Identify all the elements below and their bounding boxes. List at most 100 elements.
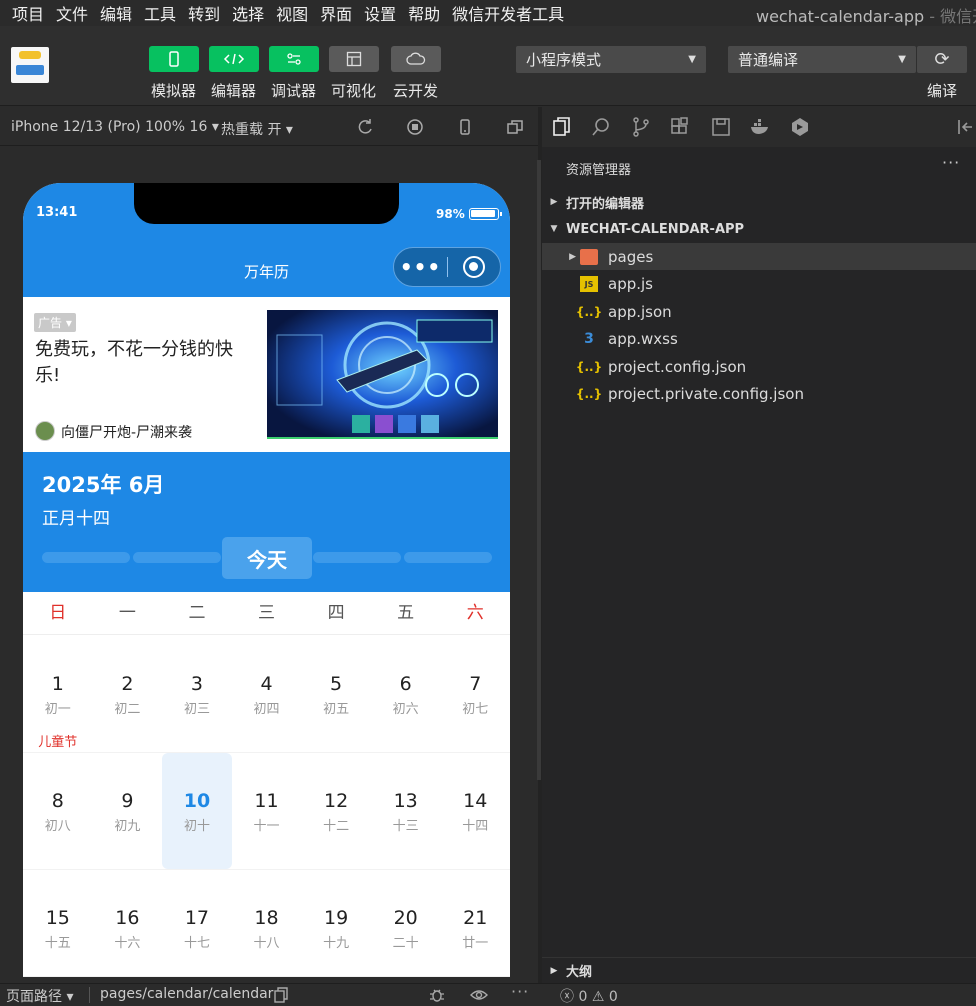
eye-icon[interactable] <box>470 986 488 1004</box>
calendar-day[interactable]: 7 初七 <box>440 635 510 752</box>
ad-banner[interactable]: 广告 ▾ 免费玩，不花一分钱的快乐! 向僵尸开炮-尸潮来袭 <box>23 297 510 452</box>
problems-indicator[interactable]: ⓧ 0 ⚠ 0 <box>560 986 618 1006</box>
weekday-sun: 日 <box>49 603 67 623</box>
menu-item[interactable]: 界面 <box>314 1 358 25</box>
lunar-day: 初四 <box>253 702 280 717</box>
calendar-week-row: 1 初一 儿童节 2 初二 3 初三 4 初四 5 初五 6 初六 7 初七 <box>23 635 510 753</box>
copy-icon[interactable] <box>272 986 290 1004</box>
calendar-day[interactable]: 6 初六 <box>371 635 441 752</box>
menu-item[interactable]: 视图 <box>270 1 314 25</box>
simulator-scrollbar[interactable] <box>537 160 541 780</box>
calendar-day[interactable]: 13 十三 <box>371 753 441 869</box>
tree-file[interactable]: {..} project.config.json <box>542 353 976 380</box>
calendar-day[interactable]: 16 十六 <box>93 870 163 976</box>
visual-button[interactable] <box>329 46 379 72</box>
simulator-bar: iPhone 12/13 (Pro) 100% 16 ▾ 热重载 开 ▾ <box>0 107 538 146</box>
calendar-day[interactable]: 9 初九 <box>93 753 163 869</box>
ad-image[interactable] <box>267 310 498 439</box>
calendar-day[interactable]: 2 初二 <box>93 635 163 752</box>
calendar-day-today[interactable]: 10 初十 <box>162 753 232 869</box>
app-logo[interactable] <box>11 47 49 83</box>
year-month-title[interactable]: 2025年 6月 <box>42 469 164 499</box>
project-name: WECHAT-CALENDAR-APP <box>566 221 745 237</box>
mode-select[interactable]: 小程序模式 ▼ <box>516 46 706 73</box>
calendar-day[interactable]: 17 十七 <box>162 870 232 976</box>
chevron-down-icon: ▾ <box>62 316 72 330</box>
outline-section[interactable]: ▶ 大纲 <box>542 957 976 983</box>
calendar-day[interactable]: 8 初八 <box>23 753 93 869</box>
day-number: 14 <box>463 790 488 812</box>
menu-item[interactable]: 微信开发者工具 <box>446 1 570 25</box>
calendar-day[interactable]: 18 十八 <box>232 870 302 976</box>
rotate-icon[interactable] <box>355 117 375 137</box>
bug-icon[interactable] <box>428 986 446 1004</box>
collapse-panel-icon[interactable] <box>954 116 976 138</box>
plugin-icon[interactable] <box>789 116 811 138</box>
detach-icon[interactable] <box>505 117 525 137</box>
editor-label: 编辑器 <box>211 82 257 100</box>
day-number: 1 <box>51 673 64 695</box>
tree-file[interactable]: JS app.js <box>542 271 976 298</box>
menu-item[interactable]: 编辑 <box>94 1 138 25</box>
phone-notch <box>134 183 399 224</box>
page-path-select[interactable]: 页面路径 ▾ <box>6 986 73 1006</box>
files-icon[interactable] <box>551 116 573 138</box>
day-number: 16 <box>115 907 140 929</box>
calendar-day[interactable]: 14 十四 <box>440 753 510 869</box>
close-target-icon[interactable] <box>463 256 485 278</box>
status-time: 13:41 <box>36 205 78 220</box>
editor-button[interactable] <box>209 46 259 72</box>
tree-file[interactable]: {..} project.private.config.json <box>542 381 976 408</box>
calendar-day[interactable]: 5 初五 <box>301 635 371 752</box>
day-number: 15 <box>45 907 70 929</box>
day-number: 19 <box>324 907 349 929</box>
open-editors-section[interactable]: ▶ 打开的编辑器 <box>542 189 976 215</box>
stop-icon[interactable] <box>405 117 425 137</box>
menu-capsule[interactable]: ••• <box>393 247 501 287</box>
extensions-icon[interactable] <box>669 116 691 138</box>
calendar-day[interactable]: 21 廿一 <box>440 870 510 976</box>
menu-item[interactable]: 工具 <box>138 1 182 25</box>
calendar-day[interactable]: 1 初一 儿童节 <box>23 635 93 752</box>
hot-reload-select[interactable]: 热重载 开 ▾ <box>221 119 293 139</box>
lunar-day: 初二 <box>114 702 141 717</box>
tree-file[interactable]: 3 app.wxss <box>542 326 976 353</box>
compile-select[interactable]: 普通编译 ▼ <box>728 46 916 73</box>
save-icon[interactable] <box>710 116 732 138</box>
day-number: 7 <box>469 673 482 695</box>
calendar-day[interactable]: 20 二十 <box>371 870 441 976</box>
menu-item[interactable]: 选择 <box>226 1 270 25</box>
more-icon[interactable]: ••• <box>394 255 447 279</box>
docker-icon[interactable] <box>749 116 771 138</box>
calendar-day[interactable]: 15 十五 <box>23 870 93 976</box>
calendar-day[interactable]: 12 十二 <box>301 753 371 869</box>
menu-item[interactable]: 转到 <box>182 1 226 25</box>
day-number: 6 <box>399 673 412 695</box>
ad-tag[interactable]: 广告 ▾ <box>34 313 76 332</box>
device-select[interactable]: iPhone 12/13 (Pro) 100% 16 ▾ <box>11 119 219 135</box>
search-icon[interactable] <box>590 116 612 138</box>
weekday-tue: 二 <box>188 603 206 623</box>
js-file-icon: JS <box>580 276 598 292</box>
calendar-day[interactable]: 3 初三 <box>162 635 232 752</box>
source-control-icon[interactable] <box>630 116 652 138</box>
cloud-button[interactable] <box>391 46 441 72</box>
calendar-day[interactable]: 4 初四 <box>232 635 302 752</box>
today-button[interactable]: 今天 <box>222 537 312 579</box>
menu-item[interactable]: 项目 <box>0 1 50 25</box>
menu-item[interactable]: 帮助 <box>402 1 446 25</box>
calendar-day[interactable]: 11 十一 <box>232 753 302 869</box>
tree-file[interactable]: {..} app.json <box>542 298 976 325</box>
menu-item[interactable]: 设置 <box>358 1 402 25</box>
lunar-day: 初八 <box>44 819 71 834</box>
compile-button[interactable]: ⟳ <box>917 46 967 73</box>
debugger-button[interactable] <box>269 46 319 72</box>
tree-folder[interactable]: ▶ pages <box>542 243 976 270</box>
more-icon[interactable]: ··· <box>942 153 960 172</box>
calendar-day[interactable]: 19 十九 <box>301 870 371 976</box>
device-icon[interactable] <box>455 117 475 137</box>
menu-item[interactable]: 文件 <box>50 1 94 25</box>
project-section[interactable]: ▼ WECHAT-CALENDAR-APP <box>542 216 976 242</box>
more-icon[interactable]: ··· <box>511 982 529 1001</box>
simulator-button[interactable] <box>149 46 199 72</box>
